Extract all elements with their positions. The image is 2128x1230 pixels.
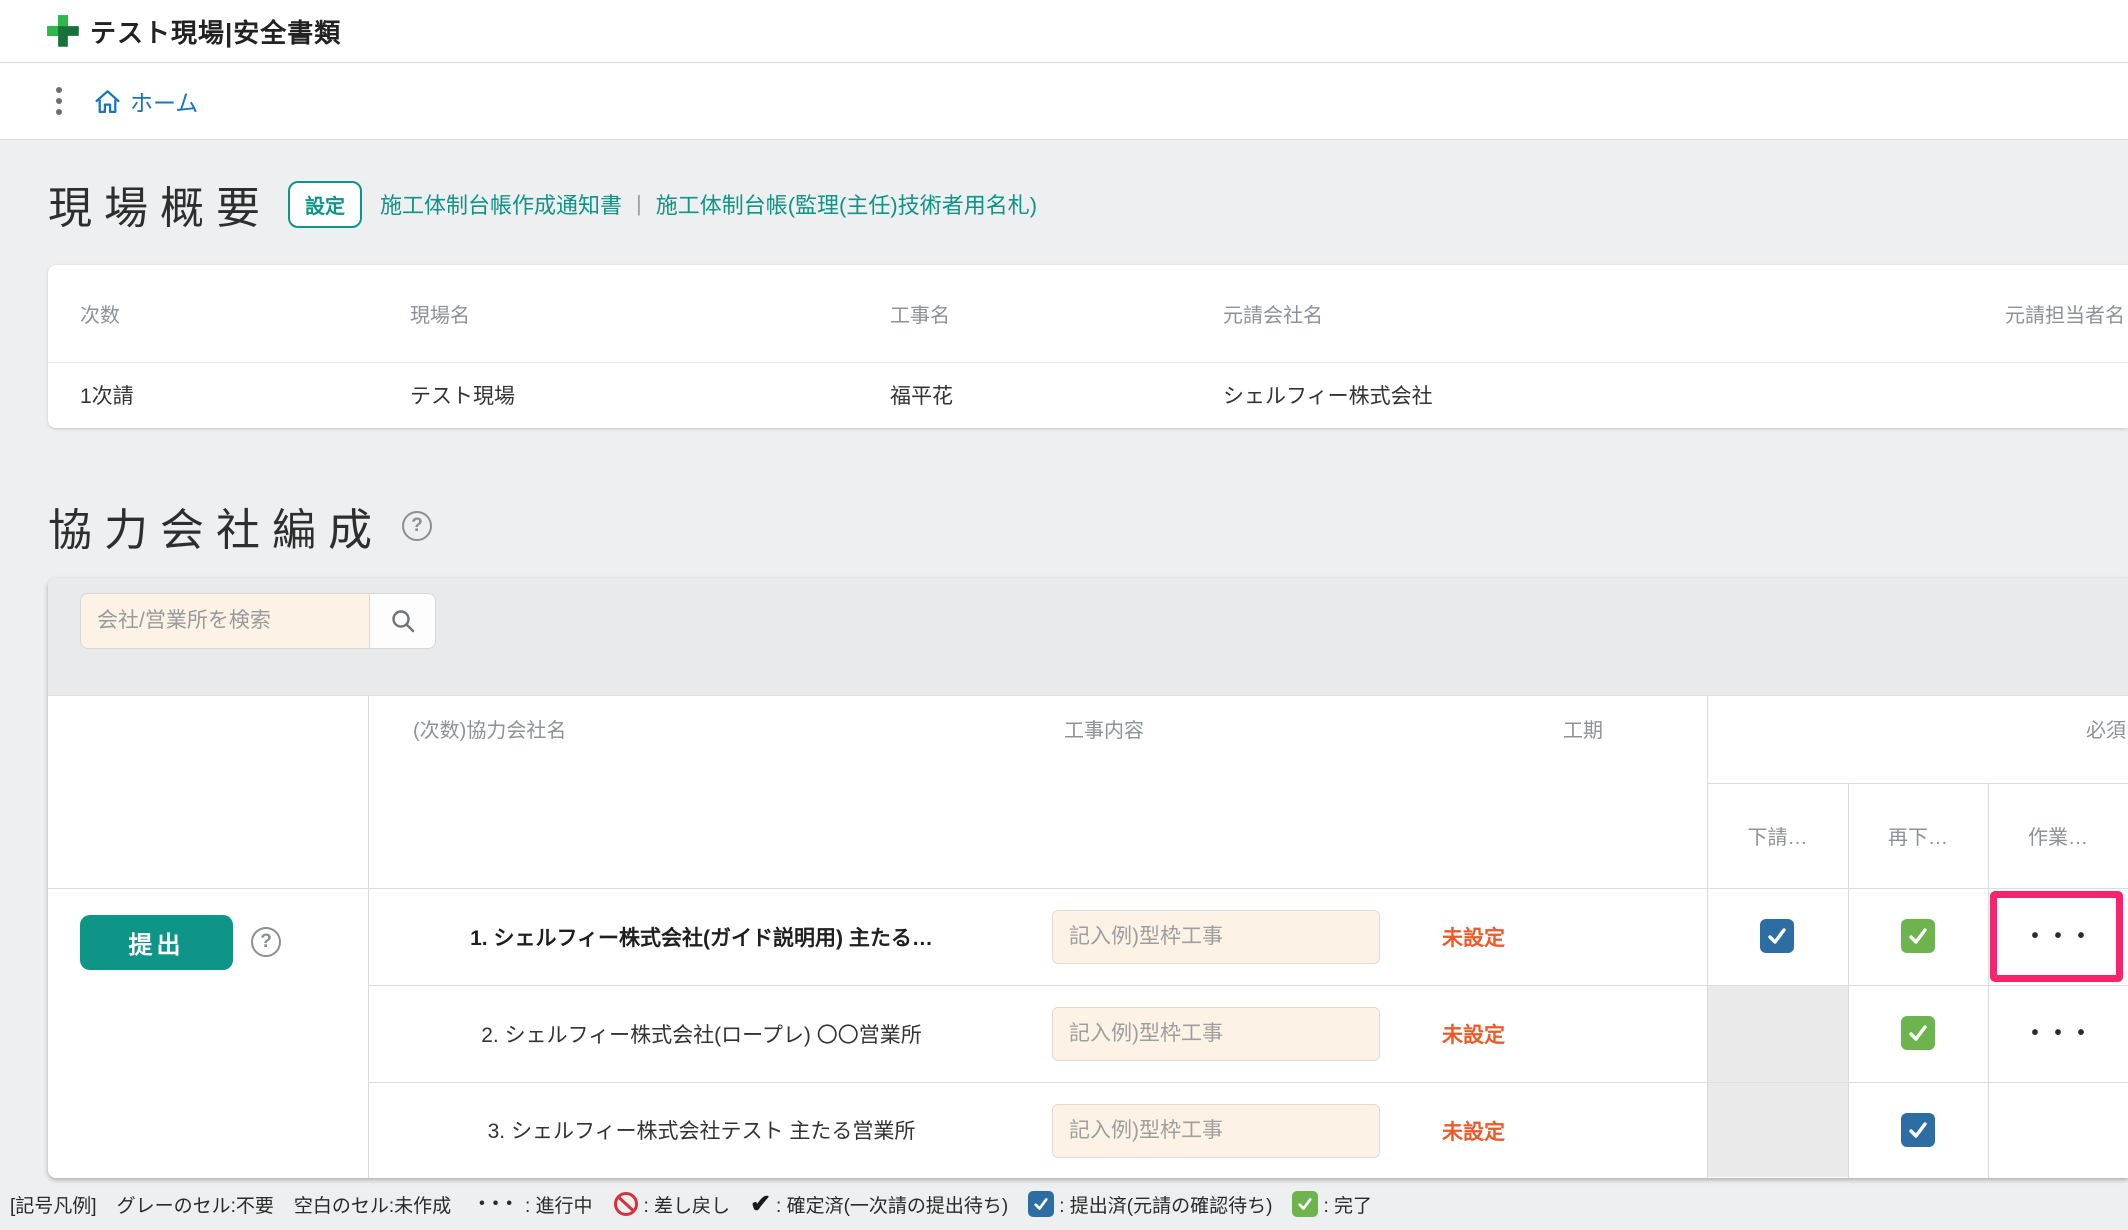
submit-help-icon[interactable]: ? bbox=[251, 927, 281, 957]
home-icon bbox=[94, 88, 121, 115]
settings-button[interactable]: 設定 bbox=[288, 181, 362, 228]
not-required-cell bbox=[1708, 1083, 1848, 1177]
search-icon bbox=[389, 607, 417, 635]
col-group-header-required: 必須 bbox=[2086, 703, 2126, 753]
not-required-cell bbox=[1708, 986, 1848, 1082]
checkbox-complete-icon bbox=[1292, 1191, 1318, 1217]
work-content-input-row2[interactable] bbox=[1052, 1007, 1380, 1061]
checkbox-complete-icon[interactable] bbox=[1901, 919, 1935, 953]
app-logo-cross-icon bbox=[46, 14, 80, 48]
checkbox-complete-icon[interactable] bbox=[1901, 1016, 1935, 1050]
partner-company-row1[interactable]: 1. シェルフィー株式会社(ガイド説明用) 主たる… bbox=[369, 888, 1034, 985]
work-content-input-row1[interactable] bbox=[1052, 910, 1380, 964]
legend-item-confirmed: ✔ : 確定済(一次請の提出待ち) bbox=[750, 1189, 1008, 1219]
legend-item-rejected: : 差し戻し bbox=[613, 1191, 731, 1218]
col-header-partner-company: (次数)協力会社名 bbox=[413, 703, 566, 753]
page-title: テスト現場|安全書類 bbox=[90, 13, 341, 50]
construction-register-nameplate-link[interactable]: 施工体制台帳(監理(主任)技術者用名札) bbox=[656, 188, 1037, 220]
legend-item-submitted: : 提出済(元請の確認待ち) bbox=[1028, 1191, 1272, 1218]
col-header-site-name: 現場名 bbox=[410, 265, 470, 362]
legend-item-in-progress: ••• : 進行中 bbox=[471, 1191, 592, 1218]
home-link[interactable]: ホーム bbox=[94, 84, 198, 118]
home-label: ホーム bbox=[130, 84, 198, 118]
cell-tier: 1次請 bbox=[80, 363, 134, 427]
site-overview-heading: 現場概要 bbox=[48, 172, 272, 236]
check-icon: ✔ bbox=[750, 1189, 771, 1219]
legend-item-gray: グレーのセル:不要 bbox=[117, 1191, 274, 1218]
cell-construction: 福平花 bbox=[890, 363, 953, 427]
nav-bar: ホーム bbox=[0, 63, 2128, 140]
link-separator: | bbox=[636, 191, 642, 217]
site-overview-card: 次数 現場名 工事名 元請会社名 元請担当者名 1次請 テスト現場 福平花 シェ… bbox=[48, 265, 2128, 428]
kebab-menu-icon[interactable] bbox=[56, 87, 62, 115]
work-content-input-row3[interactable] bbox=[1052, 1104, 1380, 1158]
col-header-sagyou: 作業… bbox=[1988, 783, 2128, 888]
construction-register-notice-link[interactable]: 施工体制台帳作成通知書 bbox=[380, 188, 622, 220]
legend-prefix: [記号凡例] bbox=[10, 1191, 97, 1218]
divider bbox=[48, 695, 2128, 696]
search-button[interactable] bbox=[369, 593, 436, 649]
divider bbox=[48, 362, 2128, 363]
app-header: テスト現場|安全書類 bbox=[0, 0, 2128, 63]
partner-company-row2[interactable]: 2. シェルフィー株式会社(ロープレ) 〇〇営業所 bbox=[369, 985, 1034, 1082]
divider bbox=[48, 888, 2128, 889]
partner-structure-card: (次数)協力会社名 工事内容 工期 必須 下請… 再下… 作業… 提出 ? 1.… bbox=[48, 578, 2128, 1178]
help-icon[interactable]: ? bbox=[402, 511, 432, 541]
progress-dots-icon[interactable]: ••• bbox=[1988, 888, 2128, 985]
cell-prime-company: シェルフィー株式会社 bbox=[1223, 363, 1433, 427]
submit-button[interactable]: 提出 bbox=[80, 915, 233, 970]
col-header-prime-manager: 元請担当者名 bbox=[2005, 265, 2125, 362]
search-bar-area bbox=[48, 578, 2128, 695]
period-status-row1[interactable]: 未設定 bbox=[1442, 888, 1505, 985]
checkbox-submitted-icon bbox=[1028, 1191, 1054, 1217]
legend-item-complete: : 完了 bbox=[1292, 1191, 1372, 1218]
col-header-construction: 工事名 bbox=[890, 265, 950, 362]
cell-site-name: テスト現場 bbox=[410, 363, 515, 427]
site-overview-heading-row: 現場概要 設定 施工体制台帳作成通知書 | 施工体制台帳(監理(主任)技術者用名… bbox=[48, 172, 1037, 236]
symbol-legend: [記号凡例] グレーのセル:不要 空白のセル:未作成 ••• : 進行中 : 差… bbox=[10, 1178, 2120, 1230]
period-status-row2[interactable]: 未設定 bbox=[1442, 985, 1505, 1082]
col-header-prime-company: 元請会社名 bbox=[1223, 265, 1323, 362]
progress-dots-icon: ••• bbox=[471, 1195, 520, 1213]
legend-item-blank: 空白のセル:未作成 bbox=[294, 1191, 451, 1218]
col-header-saishita: 再下… bbox=[1848, 783, 1988, 888]
col-header-shitauke: 下請… bbox=[1707, 783, 1848, 888]
partner-structure-heading-row: 協力会社編成 ? bbox=[48, 494, 432, 558]
col-header-tier: 次数 bbox=[80, 265, 120, 362]
partner-structure-heading: 協力会社編成 bbox=[48, 494, 384, 558]
checkbox-submitted-icon[interactable] bbox=[1901, 1113, 1935, 1147]
no-entry-icon bbox=[613, 1191, 639, 1217]
partner-company-row3[interactable]: 3. シェルフィー株式会社テスト 主たる営業所 bbox=[369, 1082, 1034, 1178]
company-search-input[interactable] bbox=[80, 593, 369, 649]
col-header-work-content: 工事内容 bbox=[1024, 703, 1184, 753]
col-header-period: 工期 bbox=[1503, 703, 1663, 753]
period-status-row3[interactable]: 未設定 bbox=[1442, 1082, 1505, 1179]
checkbox-submitted-icon[interactable] bbox=[1760, 919, 1794, 953]
progress-dots-icon[interactable]: ••• bbox=[1988, 985, 2128, 1082]
